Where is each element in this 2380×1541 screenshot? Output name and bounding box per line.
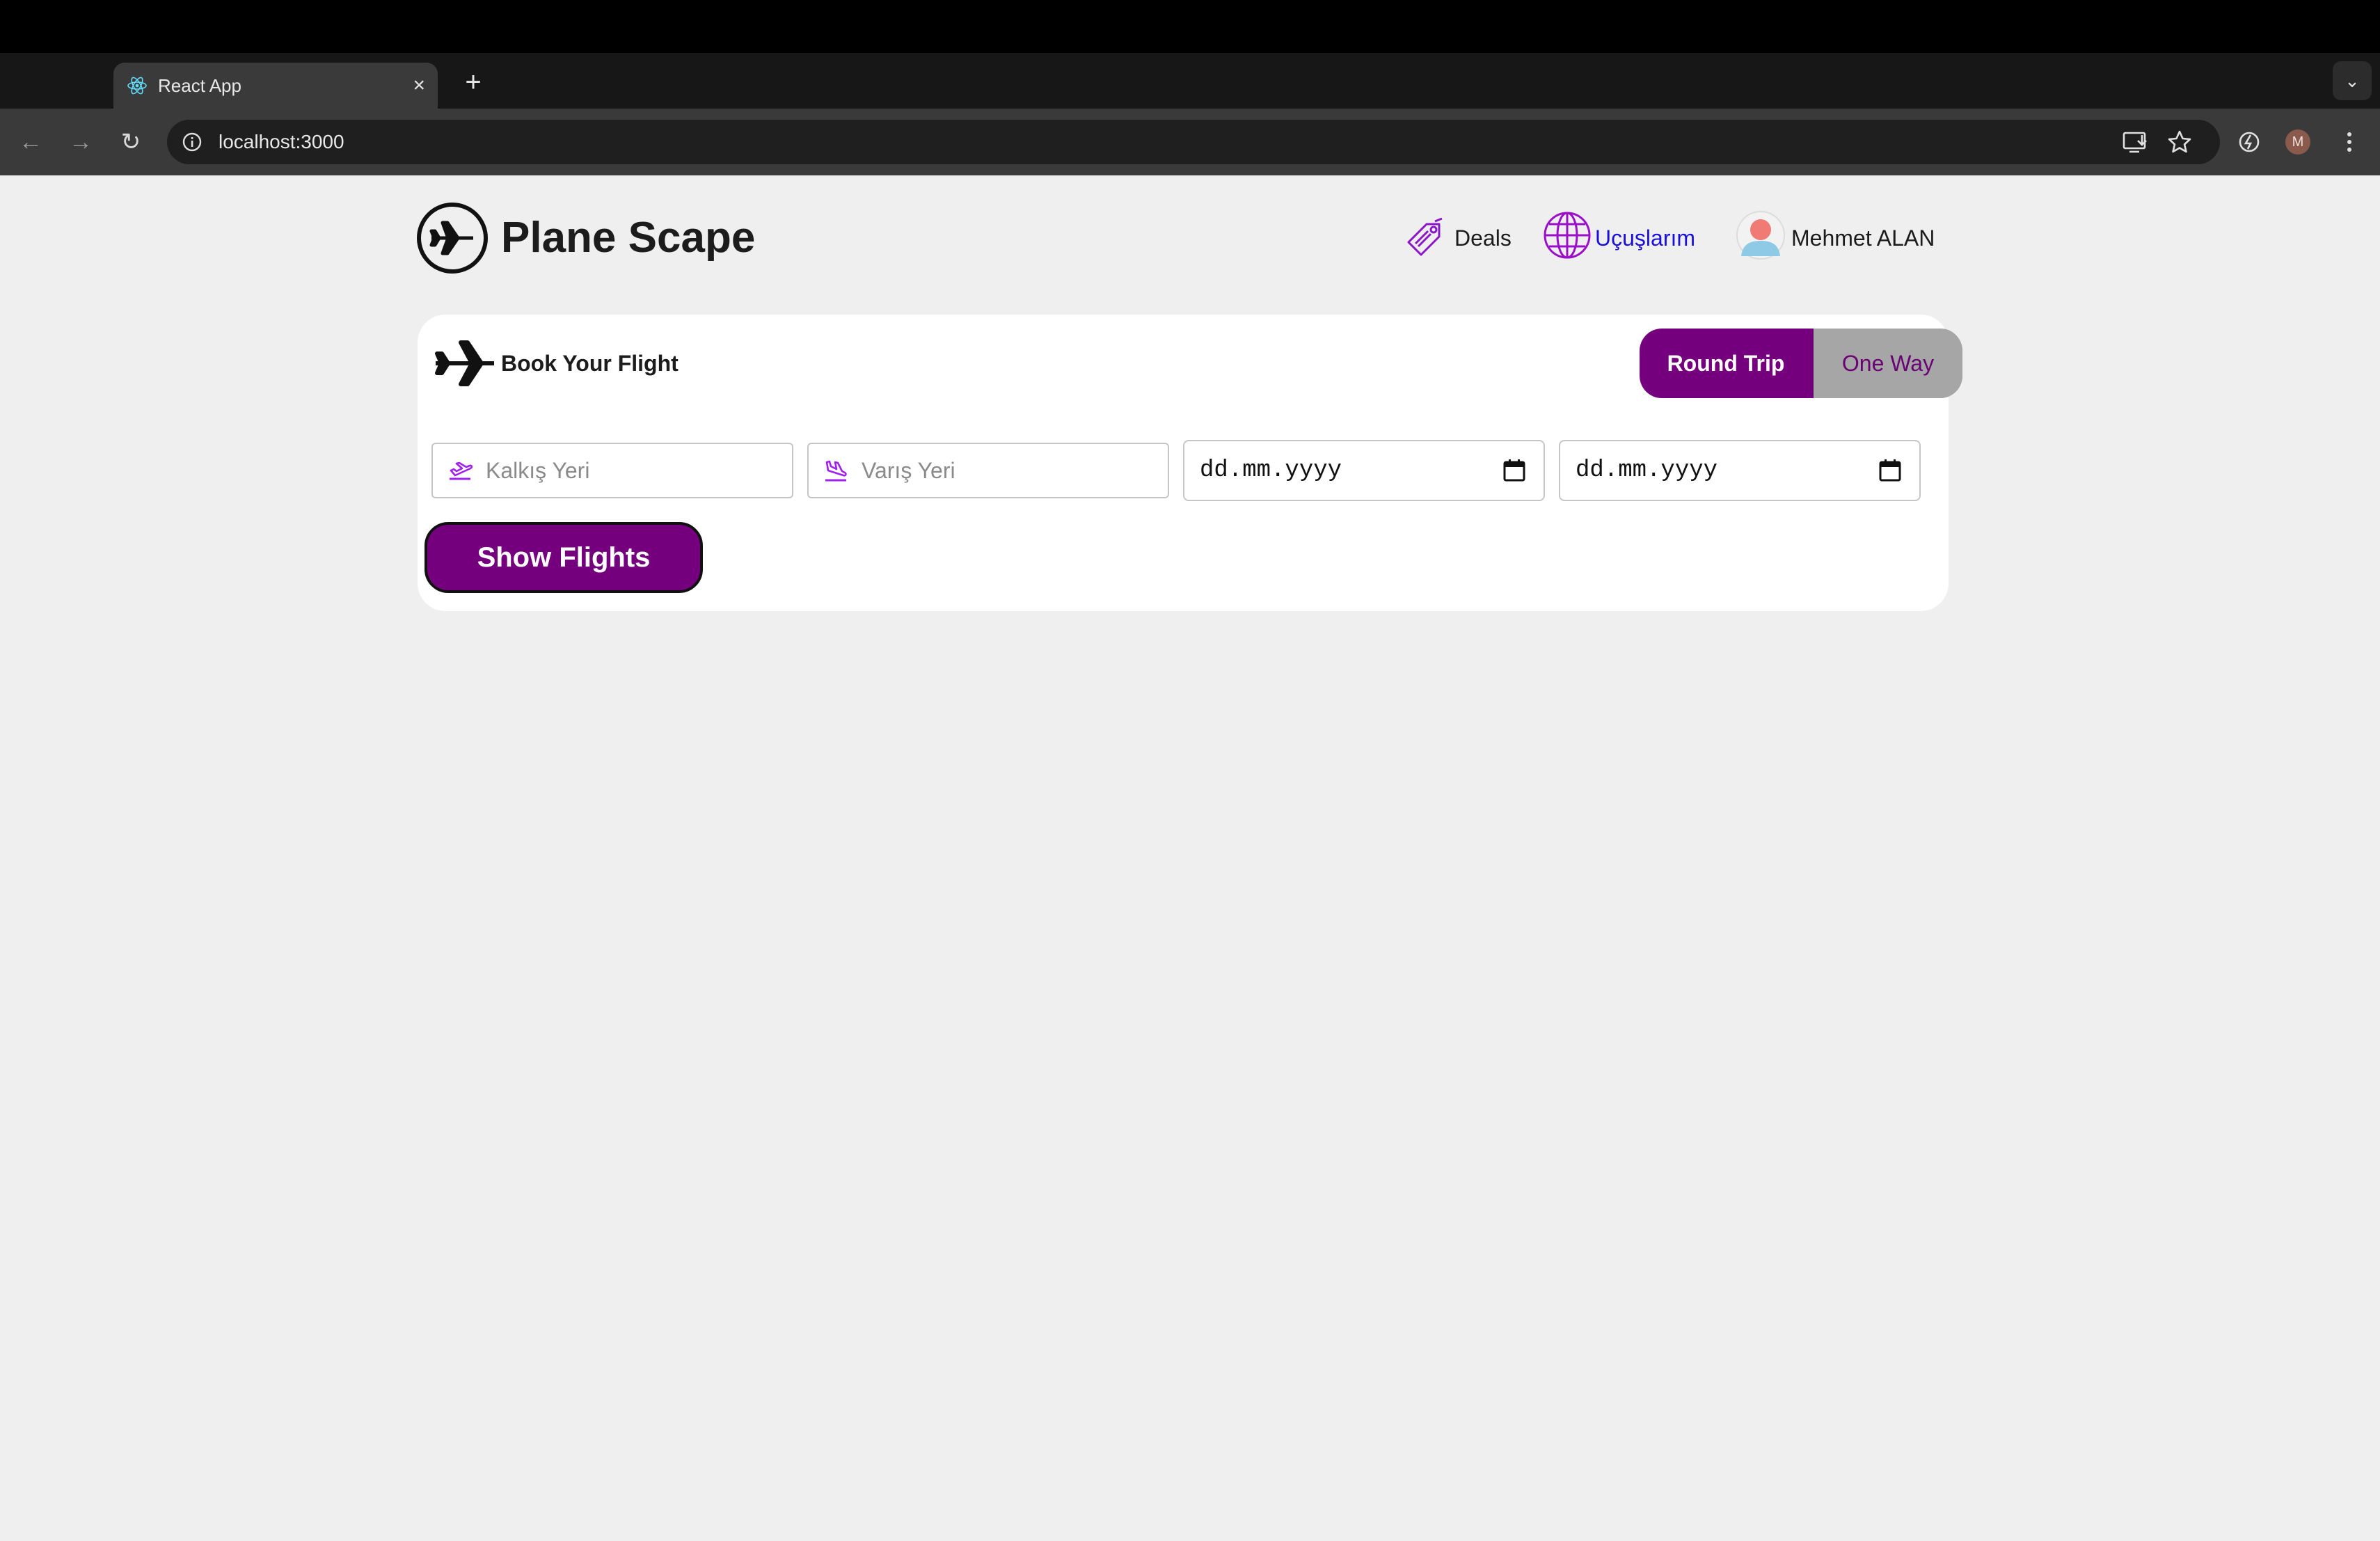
departure-input[interactable] xyxy=(486,444,778,497)
browser-toolbar: ← → ↻ localhost:3000 M xyxy=(0,109,2380,175)
one-way-button[interactable]: One Way xyxy=(1812,329,1962,398)
tab-title: React App xyxy=(158,75,241,96)
reload-button[interactable]: ↻ xyxy=(114,125,148,159)
return-date-text: dd.mm.yyyy xyxy=(1576,457,1718,484)
react-icon xyxy=(127,77,147,95)
kebab-menu-icon[interactable] xyxy=(2333,125,2366,159)
depart-date-input[interactable]: dd.mm.yyyy xyxy=(1183,440,1545,501)
calendar-icon[interactable] xyxy=(1500,457,1528,484)
bookmark-star-icon[interactable] xyxy=(2163,125,2196,159)
user-name: Mehmet ALAN xyxy=(1791,226,1935,251)
forward-button[interactable]: → xyxy=(64,125,97,159)
globe-icon xyxy=(1544,212,1591,259)
show-flights-button[interactable]: Show Flights xyxy=(425,522,703,593)
url-text: localhost:3000 xyxy=(219,131,344,152)
window-top-bar xyxy=(0,0,2380,53)
nav-flights-label: Uçuşlarım xyxy=(1595,226,1696,251)
profile-avatar[interactable]: M xyxy=(2285,129,2310,155)
airplane-circle-icon xyxy=(417,203,488,274)
plane-arrival-icon xyxy=(825,460,847,482)
nav-deals-label: Deals xyxy=(1454,226,1512,251)
booking-title: Book Your Flight xyxy=(501,351,679,376)
departure-field[interactable] xyxy=(431,443,793,498)
site-info-icon[interactable] xyxy=(180,129,205,155)
new-tab-button[interactable]: + xyxy=(454,63,493,102)
price-tag-icon xyxy=(1407,217,1443,256)
install-app-icon[interactable] xyxy=(2118,125,2152,159)
arrival-field[interactable] xyxy=(807,443,1169,498)
page: Plane Scape Deals Uçuşlarım Mehmet ALAN … xyxy=(0,175,2380,1541)
address-bar[interactable]: localhost:3000 xyxy=(167,120,2220,164)
back-button[interactable]: ← xyxy=(14,125,47,159)
booking-card: Book Your Flight Round Trip One Way dd.m… xyxy=(418,315,1962,611)
extension-icon[interactable] xyxy=(2232,125,2266,159)
arrival-input[interactable] xyxy=(862,444,1154,497)
user-avatar-icon xyxy=(1736,211,1785,260)
plane-departure-icon xyxy=(450,461,473,480)
round-trip-button[interactable]: Round Trip xyxy=(1640,329,1812,398)
tab-search-button[interactable]: ⌄ xyxy=(2333,61,2372,100)
depart-date-text: dd.mm.yyyy xyxy=(1200,457,1342,484)
return-date-input[interactable]: dd.mm.yyyy xyxy=(1559,440,1921,501)
browser-tab[interactable]: React App × xyxy=(113,63,438,109)
tab-close-icon[interactable]: × xyxy=(413,63,425,109)
airplane-icon xyxy=(435,340,494,386)
trip-type-toggle: Round Trip One Way xyxy=(1640,329,1962,398)
tab-strip: React App × + ⌄ xyxy=(0,53,2380,109)
calendar-icon[interactable] xyxy=(1876,457,1904,484)
brand-name: Plane Scape xyxy=(501,214,756,262)
